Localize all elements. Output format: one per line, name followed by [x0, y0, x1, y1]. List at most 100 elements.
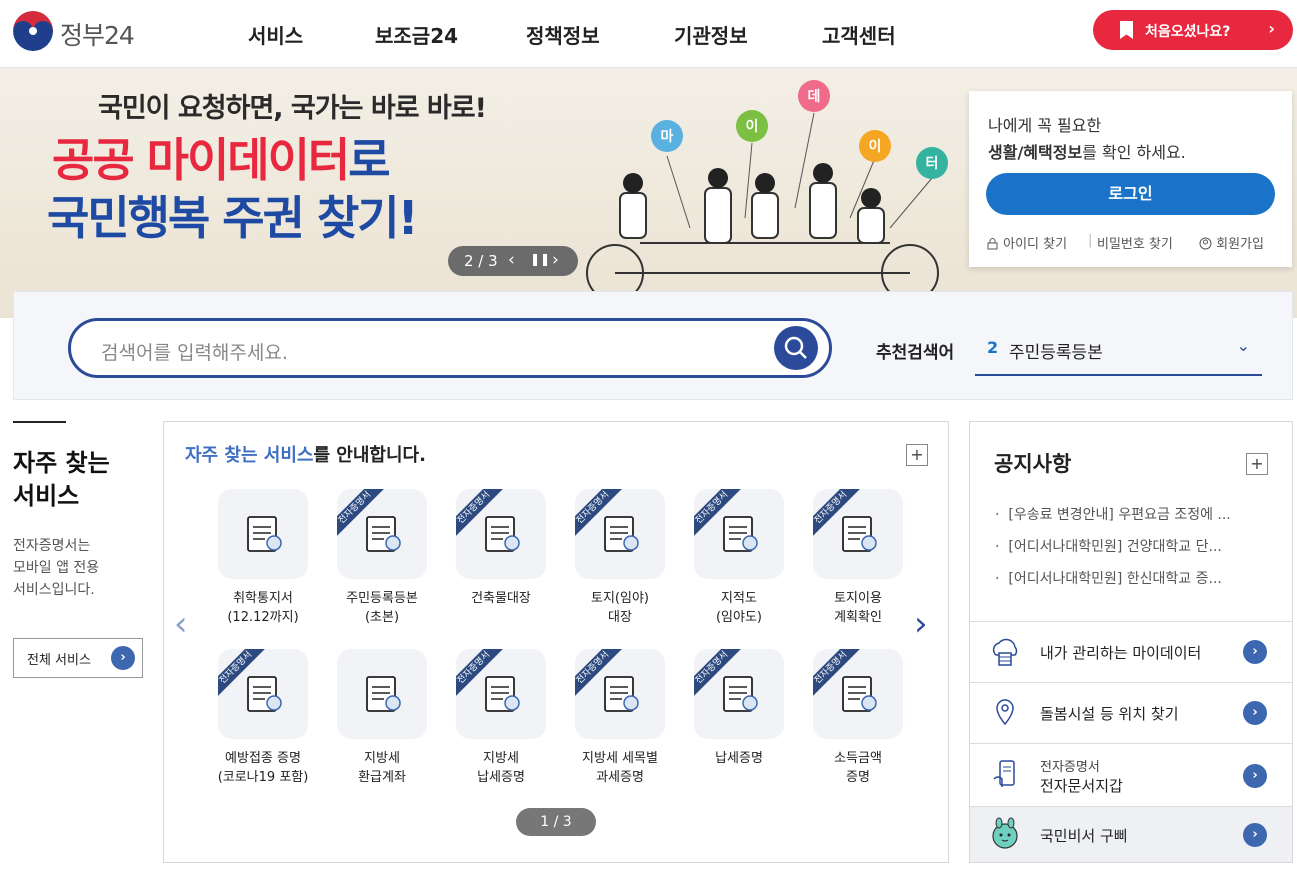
service-name: 소득금액 증명 — [834, 751, 882, 785]
login-button[interactable]: 로그인 — [986, 173, 1275, 215]
service-item[interactable]: 전자증명서토지이용 계획확인 — [807, 489, 919, 639]
frequent-services-panel: 자주 찾는 서비스를 안내합니다. + ‹ › 취학통지서 (12.12까지) 전자… — [163, 421, 949, 863]
service-tile[interactable]: 전자증명서 — [456, 489, 546, 579]
pause-icon[interactable]: ❚❚ — [530, 252, 550, 266]
quick-care-facility[interactable]: 돌봄시설 등 위치 찾기 › — [970, 682, 1292, 743]
chevron-right-icon: › — [111, 646, 135, 670]
service-name: 지방세 세목별 과세증명 — [582, 751, 658, 785]
service-tile[interactable]: 전자증명서 — [694, 489, 784, 579]
nav-subsidy24[interactable]: 보조금24 — [375, 20, 458, 49]
cloud-data-icon — [992, 638, 1018, 666]
service-name: 취학통지서 (12.12까지) — [227, 591, 299, 625]
side-description: 전자증명서는 모바일 앱 전용 서비스입니다. — [13, 538, 100, 598]
notice-panel: 공지사항 + · [우송료 변경안내] 우편요금 조정에 ... · [어디서나… — [969, 421, 1293, 863]
quick-doc-wallet[interactable]: 전자증명서 전자문서지갑 › — [970, 743, 1292, 806]
notice-title: 공지사항 — [994, 452, 1072, 476]
first-visit-button[interactable]: 처음오셨나요? › — [1093, 10, 1293, 50]
find-id-link[interactable]: 아이디 찾기 — [986, 233, 1067, 252]
service-item[interactable]: 전자증명서소득금액 증명 — [807, 649, 919, 799]
tandem-bicycle-illustration: 마 이 데 이 터 — [586, 80, 948, 302]
service-item[interactable]: 전자증명서예방접종 증명 (코로나19 포함) — [212, 649, 324, 799]
phone-hand-icon — [993, 760, 1015, 787]
balloons — [651, 80, 948, 179]
divider: | — [1088, 233, 1093, 248]
more-services-plus-icon[interactable]: + — [906, 444, 928, 466]
login-prompt-line1: 나에게 꼭 필요한 — [988, 116, 1102, 135]
notice-item[interactable]: · [어디서나대학민원] 건양대학교 단... — [995, 536, 1265, 556]
service-tile[interactable] — [218, 489, 308, 579]
login-box: 나에게 꼭 필요한 생활/혜택정보를 확인 하세요. 로그인 아이디 찾기 | … — [969, 91, 1292, 267]
service-name: 주민등록등본 (초본) — [346, 591, 418, 625]
vaccine-icon — [247, 676, 282, 712]
nav-services[interactable]: 서비스 — [248, 20, 303, 49]
prev-arrow-icon[interactable]: ‹ — [174, 604, 188, 644]
banner-line3: 국민행복 주권 찾기! — [47, 191, 419, 245]
service-item[interactable]: 전자증명서지적도 (임야도) — [688, 489, 800, 639]
logo-text[interactable]: 정부24 — [60, 16, 135, 52]
tax-certificate-icon — [723, 676, 758, 712]
service-tile[interactable]: 전자증명서 — [813, 649, 903, 739]
notice-item[interactable]: · [어디서나대학민원] 한신대학교 증... — [995, 568, 1265, 588]
balloon-text: 터 — [926, 156, 939, 172]
service-item[interactable]: 취학통지서 (12.12까지) — [212, 489, 324, 639]
service-item[interactable]: 전자증명서지방세 납세증명 — [450, 649, 562, 799]
nav-customer-center[interactable]: 고객센터 — [822, 20, 896, 49]
service-item[interactable]: 전자증명서건축물대장 — [450, 489, 562, 639]
nav-agency[interactable]: 기관정보 — [674, 20, 748, 49]
service-item[interactable]: 전자증명서 납세증명 — [688, 649, 800, 799]
cadastral-map-icon — [723, 516, 758, 552]
chevron-right-icon: › — [1243, 764, 1267, 788]
service-name: 건축물대장 — [471, 591, 531, 606]
chevron-right-icon: › — [1268, 19, 1275, 38]
lock-icon — [987, 238, 998, 250]
recommend-label: 추천검색어 — [876, 343, 955, 363]
all-services-button[interactable]: 전체 서비스 › — [13, 638, 143, 678]
header: 정부24 서비스 보조금24 정책정보 기관정보 고객센터 처음오셨나요? › — [0, 0, 1297, 68]
quick-mydata[interactable]: 내가 관리하는 마이데이터 › — [970, 621, 1292, 682]
search-button[interactable] — [774, 326, 818, 370]
school-icon — [247, 516, 282, 552]
more-notice-plus-icon[interactable]: + — [1246, 453, 1268, 475]
service-tile[interactable]: 전자증명서 — [813, 489, 903, 579]
service-item[interactable]: 전자증명서지방세 세목별 과세증명 — [569, 649, 681, 799]
services-heading: 자주 찾는 서비스를 안내합니다. — [185, 445, 426, 466]
service-tile[interactable]: 전자증명서 — [218, 649, 308, 739]
service-tile[interactable]: 전자증명서 — [456, 649, 546, 739]
service-name: 토지(임야) 대장 — [591, 591, 649, 625]
service-tile[interactable]: 전자증명서 — [337, 489, 427, 579]
balloon-text: 이 — [869, 138, 882, 155]
service-tile[interactable] — [337, 649, 427, 739]
side-title: 자주 찾는 서비스 — [13, 449, 110, 510]
logo-emblem-icon[interactable] — [13, 11, 53, 51]
banner-line1: 국민이 요청하면, 국가는 바로 바로! — [98, 93, 487, 124]
balloon-text: 데 — [808, 89, 821, 105]
land-use-icon — [842, 516, 877, 552]
land-map-icon — [604, 516, 639, 552]
service-name: 지방세 납세증명 — [477, 751, 525, 785]
service-name: 예방접종 증명 (코로나19 포함) — [217, 751, 309, 785]
quick-gubbi[interactable]: 국민비서 구삐 › — [970, 806, 1292, 862]
gubbi-character-icon — [992, 817, 1018, 849]
prev-slide-icon[interactable]: ‹ — [508, 250, 515, 270]
service-name: 토지이용 계획확인 — [834, 591, 882, 625]
service-item[interactable]: 지방세 환급계좌 — [331, 649, 443, 799]
search-placeholder: 검색어를 입력해주세요. — [101, 342, 288, 364]
chevron-down-icon: ⌄ — [1236, 336, 1250, 355]
service-name: 지적도 (임야도) — [715, 591, 763, 625]
recommend-rank: 2 — [987, 338, 999, 357]
nav-policy[interactable]: 정책정보 — [526, 20, 600, 49]
search-input[interactable]: 검색어를 입력해주세요. — [68, 318, 832, 378]
service-tile[interactable]: 전자증명서 — [694, 649, 784, 739]
notice-item[interactable]: · [우송료 변경안내] 우편요금 조정에 ... — [995, 504, 1265, 524]
search-icon — [784, 336, 807, 359]
next-slide-icon[interactable]: › — [552, 250, 559, 270]
recommend-keyword: 주민등록등본 — [1009, 343, 1103, 363]
services-pager: 1 / 3 — [516, 808, 596, 836]
service-item[interactable]: 전자증명서토지(임야) 대장 — [569, 489, 681, 639]
service-item[interactable]: 전자증명서주민등록등본 (초본) — [331, 489, 443, 639]
recommend-keyword-select[interactable]: 2 주민등록등본 ⌄ — [975, 324, 1262, 376]
signup-link[interactable]: 회원가입 — [1199, 233, 1264, 252]
service-tile[interactable]: 전자증명서 — [575, 489, 665, 579]
service-tile[interactable]: 전자증명서 — [575, 649, 665, 739]
find-password-link[interactable]: 비밀번호 찾기 — [1097, 233, 1173, 252]
